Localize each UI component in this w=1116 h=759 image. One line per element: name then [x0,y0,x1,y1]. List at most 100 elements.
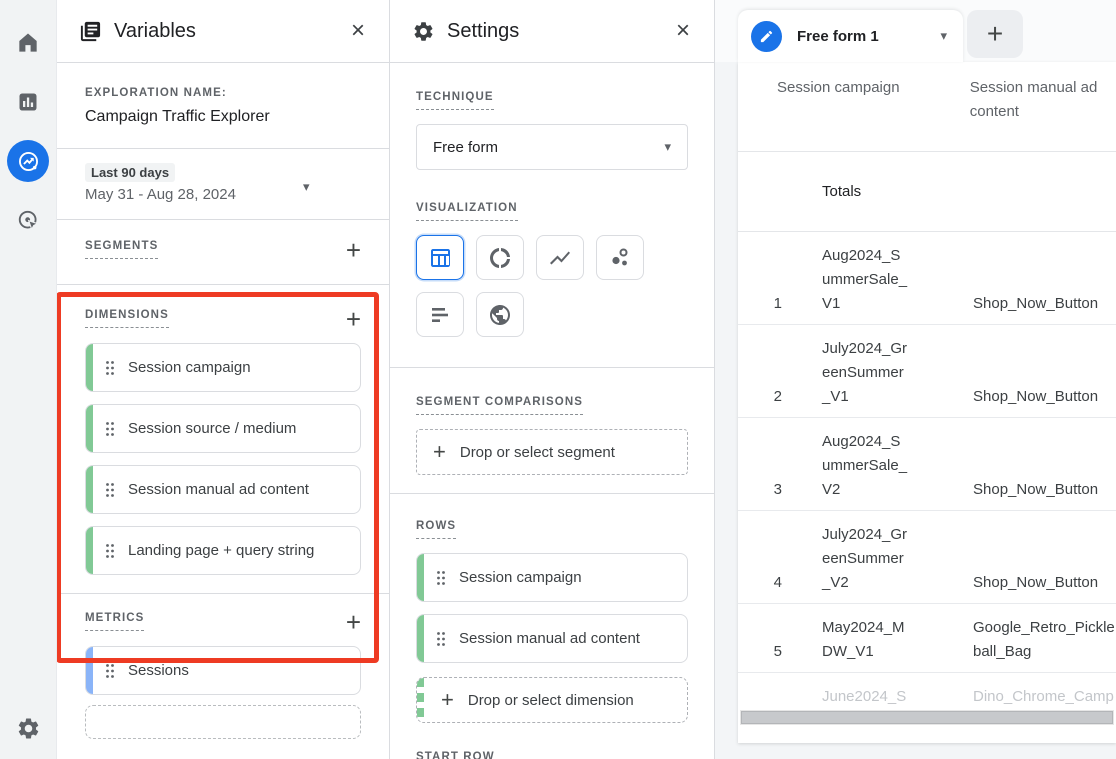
scatter-chart-icon [608,246,632,270]
dimensions-section: DIMENSIONS + Session campaign Session so… [57,285,389,594]
pencil-icon [759,29,774,44]
row-dimension-label: Session campaign [459,569,582,586]
dimension-color-bar [86,405,93,452]
date-range-section[interactable]: Last 90 days May 31 - Aug 28, 2024 ▾ [57,149,389,220]
dimension-color-bar [417,554,424,601]
caret-down-icon: ▾ [664,139,671,155]
dimension-color-bar [86,344,93,391]
nav-explore[interactable] [7,140,49,182]
totals-row: Totals [738,152,1116,232]
dimension-chip-label: Session source / medium [128,420,296,437]
cell-session-manual-ad-content: Shop_Now_Button [973,385,1116,409]
table-row[interactable]: 2 July2024_GreenSummer_V1 Shop_Now_Butto… [738,325,1116,418]
row-number: 1 [738,292,782,316]
drag-handle-icon[interactable] [105,663,115,679]
nav-advertising[interactable] [7,199,49,241]
settings-title: Settings [447,20,519,43]
nav-reports[interactable] [7,81,49,123]
viz-table-button[interactable] [416,235,464,280]
nav-rail [0,0,57,759]
start-row-label: START ROW [416,751,495,759]
dimension-drop-zone[interactable]: + Drop or select dimension [416,677,688,723]
metric-chip[interactable]: Sessions [85,646,361,695]
totals-label: Totals [822,183,861,200]
home-icon [15,30,41,56]
dimension-chip-label: Session campaign [128,359,251,376]
dimension-chip-label: Session manual ad content [128,481,309,498]
drag-handle-icon[interactable] [105,482,115,498]
plus-icon: + [987,18,1003,50]
nav-admin[interactable] [8,707,50,749]
tab-free-form-1[interactable]: Free form 1 ▾ [738,10,963,62]
viz-scatter-button[interactable] [596,235,644,280]
date-range-badge: Last 90 days [85,163,175,182]
line-chart-icon [548,246,572,270]
viz-geo-button[interactable] [476,292,524,337]
visualization-label: VISUALIZATION [416,202,518,221]
technique-value: Free form [433,139,498,156]
table-row[interactable]: 1 Aug2024_SummerSale_V1 Shop_Now_Button [738,232,1116,325]
drag-handle-icon[interactable] [105,421,115,437]
scrollbar-track[interactable] [740,710,1114,725]
add-metric-button[interactable]: + [346,612,361,632]
row-dimension-chip[interactable]: Session campaign [416,553,688,602]
exploration-name-value[interactable]: Campaign Traffic Explorer [85,108,361,126]
dimension-chip[interactable]: Session manual ad content [85,465,361,514]
cell-session-campaign: Aug2024_SummerSale_V1 [822,244,908,316]
date-range-value: May 31 - Aug 28, 2024 [85,186,361,203]
report-table-card: Session campaign Session manual ad conte… [738,62,1116,743]
table-row[interactable]: 5 May2024_MDW_V1 Google_Retro_Pickleball… [738,604,1116,673]
settings-close-icon[interactable]: × [676,19,690,43]
plus-icon: + [441,687,454,713]
table-row[interactable]: 3 Aug2024_SummerSale_V2 Shop_Now_Button [738,418,1116,511]
scrollbar-thumb[interactable] [741,711,1113,724]
rows-section: ROWS Session campaign Session manual ad … [390,494,714,723]
dimension-chip[interactable]: Session campaign [85,343,361,392]
metric-drop-zone[interactable] [85,705,361,739]
segment-comparisons-section: SEGMENT COMPARISONS + Drop or select seg… [390,368,714,494]
rows-label: ROWS [416,520,456,539]
viz-bar-button[interactable] [416,292,464,337]
row-number: 5 [738,640,782,664]
caret-down-icon[interactable]: ▾ [940,28,947,44]
table-row[interactable]: 4 July2024_GreenSummer_V2 Shop_Now_Butto… [738,511,1116,604]
add-tab-button[interactable]: + [967,10,1023,58]
dimension-chip[interactable]: Landing page + query string [85,526,361,575]
add-dimension-button[interactable]: + [346,309,361,329]
variables-close-icon[interactable]: × [351,19,365,43]
dimension-color-bar [86,466,93,513]
settings-gear-icon [412,20,435,43]
column-header-session-campaign[interactable]: Session campaign [777,76,904,151]
drag-handle-icon[interactable] [436,631,446,647]
cell-session-manual-ad-content: Shop_Now_Button [973,571,1116,595]
caret-down-icon[interactable]: ▾ [303,179,310,195]
segment-drop-zone[interactable]: + Drop or select segment [416,429,688,475]
variables-panel: Variables × EXPLORATION NAME: Campaign T… [57,0,390,759]
technique-visualization-section: TECHNIQUE Free form ▾ VISUALIZATION [390,63,714,368]
segment-drop-label: Drop or select segment [460,444,615,461]
donut-chart-icon [488,246,512,270]
bar-chart-icon [16,90,40,114]
drag-handle-icon[interactable] [436,570,446,586]
row-dimension-chip[interactable]: Session manual ad content [416,614,688,663]
viz-line-button[interactable] [536,235,584,280]
metrics-label: METRICS [85,612,144,631]
add-segment-button[interactable]: + [346,240,361,260]
settings-panel: Settings × TECHNIQUE Free form ▾ VISUALI… [390,0,715,759]
nav-home[interactable] [7,22,49,64]
viz-donut-button[interactable] [476,235,524,280]
dimension-color-bar [417,615,424,662]
row-number: 2 [738,385,782,409]
drag-handle-icon[interactable] [105,543,115,559]
dimensions-label: DIMENSIONS [85,309,169,328]
dimension-chip[interactable]: Session source / medium [85,404,361,453]
cell-session-campaign: May2024_MDW_V1 [822,616,908,664]
drag-handle-icon[interactable] [105,360,115,376]
report-canvas: Free form 1 ▾ + Session campaign Session… [715,0,1116,759]
variables-header: Variables × [57,0,389,63]
column-header-session-manual-ad-content[interactable]: Session manual ad content [970,76,1116,151]
technique-select[interactable]: Free form ▾ [416,124,688,170]
cell-session-manual-ad-content: Google_Retro_Pickleball_Bag [973,616,1116,664]
variables-icon [79,20,102,43]
row-number: 4 [738,571,782,595]
